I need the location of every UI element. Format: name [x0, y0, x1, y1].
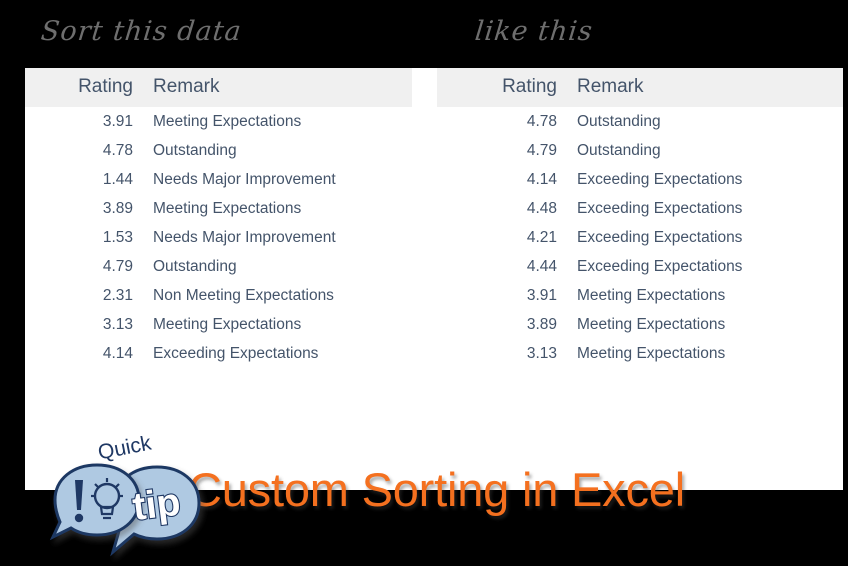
badge-word-quick: Quick	[96, 436, 154, 464]
table-row[interactable]: 1.44 Needs Major Improvement	[25, 165, 412, 194]
slide-canvas: Sort this data like this Rating Remark 3…	[0, 0, 848, 557]
cell-remark[interactable]: Exceeding Expectations	[146, 339, 412, 368]
table-row[interactable]: 4.21 Exceeding Expectations	[437, 223, 843, 252]
content-panel: Rating Remark 3.91 Meeting Expectations 4.…	[25, 68, 843, 557]
table-row[interactable]: 2.31 Non Meeting Expectations	[25, 281, 412, 310]
cell-remark[interactable]: Non Meeting Expectations	[146, 281, 412, 310]
cell-remark[interactable]: Needs Major Improvement	[146, 165, 412, 194]
column-header-remark[interactable]: Remark	[146, 68, 412, 107]
cell-remark[interactable]: Meeting Expectations	[146, 107, 412, 136]
cell-rating[interactable]: 2.31	[25, 281, 146, 310]
table-row[interactable]: 3.91 Meeting Expectations	[437, 281, 843, 310]
badge-word-tip: tip	[130, 481, 183, 529]
table-row[interactable]: 4.79 Outstanding	[25, 252, 412, 281]
cell-rating[interactable]: 4.14	[437, 165, 570, 194]
cell-remark[interactable]: Meeting Expectations	[570, 339, 843, 368]
cell-remark[interactable]: Exceeding Expectations	[570, 165, 843, 194]
column-header-remark[interactable]: Remark	[570, 68, 843, 107]
table-row[interactable]: 4.14 Exceeding Expectations	[437, 165, 843, 194]
table-row[interactable]: 4.78 Outstanding	[25, 136, 412, 165]
cell-remark[interactable]: Outstanding	[570, 136, 843, 165]
table-header-row: Rating Remark	[437, 68, 843, 107]
cell-rating[interactable]: 3.89	[437, 310, 570, 339]
cell-rating[interactable]: 3.91	[437, 281, 570, 310]
table-body: 3.91 Meeting Expectations 4.78 Outstanding 1…	[25, 107, 412, 368]
cell-remark[interactable]: Exceeding Expectations	[570, 252, 843, 281]
cell-remark[interactable]: Exceeding Expectations	[570, 194, 843, 223]
cell-rating[interactable]: 1.53	[25, 223, 146, 252]
heading-like-this: like this	[473, 16, 595, 47]
table-row[interactable]: 4.44 Exceeding Expectations	[437, 252, 843, 281]
cell-rating[interactable]: 3.89	[25, 194, 146, 223]
cell-rating[interactable]: 4.79	[437, 136, 570, 165]
table-row[interactable]: 1.53 Needs Major Improvement	[25, 223, 412, 252]
cell-rating[interactable]: 4.79	[25, 252, 146, 281]
cell-remark[interactable]: Meeting Expectations	[570, 281, 843, 310]
quick-tip-badge: Quick tip	[47, 436, 212, 566]
cell-rating[interactable]: 4.78	[437, 107, 570, 136]
table-row[interactable]: 4.14 Exceeding Expectations	[25, 339, 412, 368]
cell-remark[interactable]: Exceeding Expectations	[570, 223, 843, 252]
heading-sort-this-data: Sort this data	[39, 16, 244, 47]
table-body: 4.78 Outstanding 4.79 Outstanding 4.14 Exceed…	[437, 107, 843, 368]
table-header-row: Rating Remark	[25, 68, 412, 107]
page-title: Custom Sorting in Excel	[188, 463, 685, 516]
cell-remark[interactable]: Meeting Expectations	[146, 310, 412, 339]
cell-rating[interactable]: 4.44	[437, 252, 570, 281]
column-header-rating[interactable]: Rating	[25, 68, 146, 107]
table-row[interactable]: 4.79 Outstanding	[437, 136, 843, 165]
cell-rating[interactable]: 4.14	[25, 339, 146, 368]
table-row[interactable]: 4.78 Outstanding	[437, 107, 843, 136]
table-row[interactable]: 3.91 Meeting Expectations	[25, 107, 412, 136]
cell-remark[interactable]: Needs Major Improvement	[146, 223, 412, 252]
cell-rating[interactable]: 4.78	[25, 136, 146, 165]
cell-remark[interactable]: Meeting Expectations	[146, 194, 412, 223]
cell-remark[interactable]: Meeting Expectations	[570, 310, 843, 339]
column-header-rating[interactable]: Rating	[437, 68, 570, 107]
table-row[interactable]: 4.48 Exceeding Expectations	[437, 194, 843, 223]
cell-remark[interactable]: Outstanding	[146, 252, 412, 281]
cell-rating[interactable]: 4.48	[437, 194, 570, 223]
cell-remark[interactable]: Outstanding	[570, 107, 843, 136]
table-row[interactable]: 3.13 Meeting Expectations	[25, 310, 412, 339]
table-row[interactable]: 3.89 Meeting Expectations	[437, 310, 843, 339]
unsorted-data-table: Rating Remark 3.91 Meeting Expectations 4.…	[25, 68, 412, 368]
table-row[interactable]: 3.13 Meeting Expectations	[437, 339, 843, 368]
table-row[interactable]: 3.89 Meeting Expectations	[25, 194, 412, 223]
cell-rating[interactable]: 3.13	[25, 310, 146, 339]
cell-rating[interactable]: 1.44	[25, 165, 146, 194]
sorted-data-table: Rating Remark 4.78 Outstanding 4.79 Outstan…	[437, 68, 843, 368]
cell-rating[interactable]: 3.13	[437, 339, 570, 368]
cell-rating[interactable]: 4.21	[437, 223, 570, 252]
cell-rating[interactable]: 3.91	[25, 107, 146, 136]
cell-remark[interactable]: Outstanding	[146, 136, 412, 165]
